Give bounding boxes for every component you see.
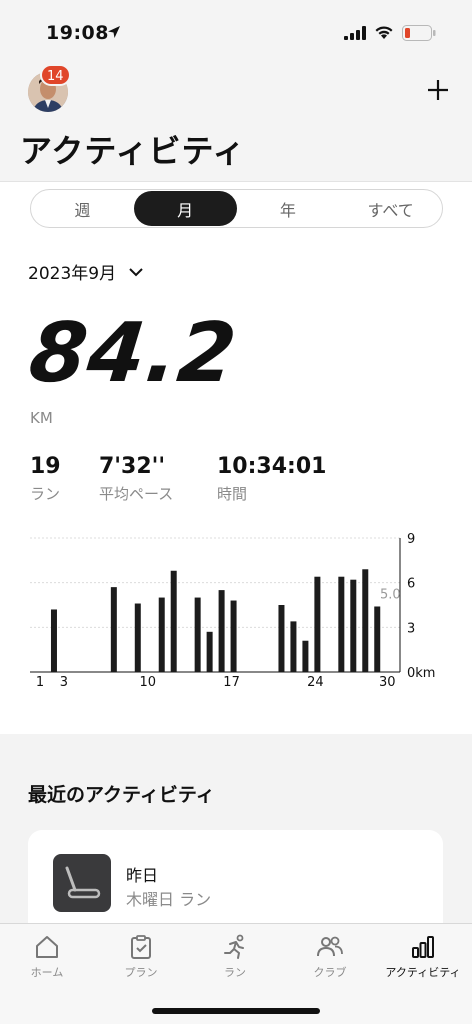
recent-title: 最近のアクティビティ	[28, 784, 215, 806]
chart-bar	[278, 605, 285, 672]
segment-month[interactable]: 月	[133, 191, 237, 226]
chart-bar	[110, 587, 117, 672]
chart-bar	[50, 609, 57, 672]
tab-run-label: ラン	[224, 966, 246, 979]
x-tick-label: 24	[307, 675, 324, 690]
chart-bar	[338, 576, 345, 672]
tab-run[interactable]: ラン	[188, 934, 282, 980]
chart-bar	[218, 590, 225, 672]
time-label: 時間	[217, 485, 248, 503]
period-segmented-control: 週 月 年 すべて	[30, 189, 443, 228]
recent-activity-date: 昨日	[126, 866, 159, 885]
x-tick-label: 3	[60, 675, 68, 690]
pace-value: 7'32''	[99, 454, 166, 479]
tab-activity-label: アクティビティ	[385, 966, 461, 979]
recent-activity-subtitle: 木曜日 ラン	[126, 890, 212, 909]
status-time: 19:08	[46, 22, 109, 44]
page-title: アクティビティ	[20, 132, 246, 170]
segment-all[interactable]: すべて	[339, 190, 442, 227]
stat-runs: 19 ラン	[30, 454, 61, 504]
plus-icon[interactable]	[424, 76, 452, 104]
monthly-distance-chart: 5.0 9 6 3 0km 1 3 10 17 24 30	[30, 532, 435, 690]
chart-bar	[206, 631, 213, 672]
y-tick-label: 9	[407, 532, 415, 547]
chart-bar	[134, 603, 141, 672]
runs-label: ラン	[30, 485, 61, 503]
tab-plan[interactable]: プラン	[94, 934, 188, 980]
cellular-signal-icon	[344, 26, 366, 40]
tab-plan-label: プラン	[124, 966, 158, 979]
chart-bar	[350, 579, 357, 672]
runner-icon	[224, 934, 244, 959]
stat-pace: 7'32'' 平均ペース	[99, 454, 173, 504]
time-value: 10:34:01	[217, 454, 327, 479]
tab-home-label: ホーム	[30, 966, 64, 979]
x-tick-label: 10	[139, 675, 156, 690]
distance-unit: KM	[30, 409, 53, 427]
month-selector[interactable]: 2023年9月	[28, 259, 144, 284]
month-label: 2023年9月	[28, 264, 117, 284]
home-icon	[36, 936, 58, 958]
chevron-down-icon	[129, 267, 143, 276]
chart-bar	[362, 569, 369, 672]
y-tick-label: 0km	[407, 666, 435, 681]
clipboard-icon	[131, 935, 151, 959]
tab-home[interactable]: ホーム	[0, 934, 94, 980]
notification-badge: 14	[40, 64, 71, 86]
total-distance: 84.2	[25, 306, 242, 401]
treadmill-icon	[53, 854, 111, 912]
chart-bar	[302, 640, 309, 672]
tab-club-label: クラブ	[313, 966, 347, 979]
chart-bar	[170, 570, 177, 672]
chart-bar	[290, 621, 297, 672]
stat-time: 10:34:01 時間	[217, 454, 326, 504]
y-tick-label: 6	[407, 577, 415, 592]
tab-activity[interactable]: アクティビティ	[376, 934, 470, 980]
home-indicator[interactable]	[152, 1008, 320, 1014]
x-tick-label: 1	[36, 675, 44, 690]
average-line-label: 5.0	[380, 588, 401, 603]
y-tick-label: 3	[407, 621, 415, 636]
runs-value: 19	[30, 454, 61, 479]
status-icons	[344, 25, 436, 41]
tab-club[interactable]: クラブ	[283, 934, 377, 980]
wifi-icon	[375, 26, 393, 39]
chart-bar	[230, 600, 237, 672]
x-tick-label: 17	[223, 675, 240, 690]
pace-label: 平均ペース	[99, 485, 174, 503]
chart-bar	[314, 576, 321, 672]
chart-bar	[374, 606, 381, 672]
people-icon	[317, 936, 343, 957]
segment-week[interactable]: 週	[31, 190, 134, 227]
segment-year[interactable]: 年	[237, 190, 340, 227]
x-tick-label: 30	[379, 675, 396, 690]
bar-chart-icon	[412, 936, 434, 958]
chart-bar	[194, 597, 201, 672]
location-arrow-icon	[108, 26, 120, 38]
battery-low-icon	[402, 25, 436, 41]
chart-bar	[158, 597, 165, 672]
